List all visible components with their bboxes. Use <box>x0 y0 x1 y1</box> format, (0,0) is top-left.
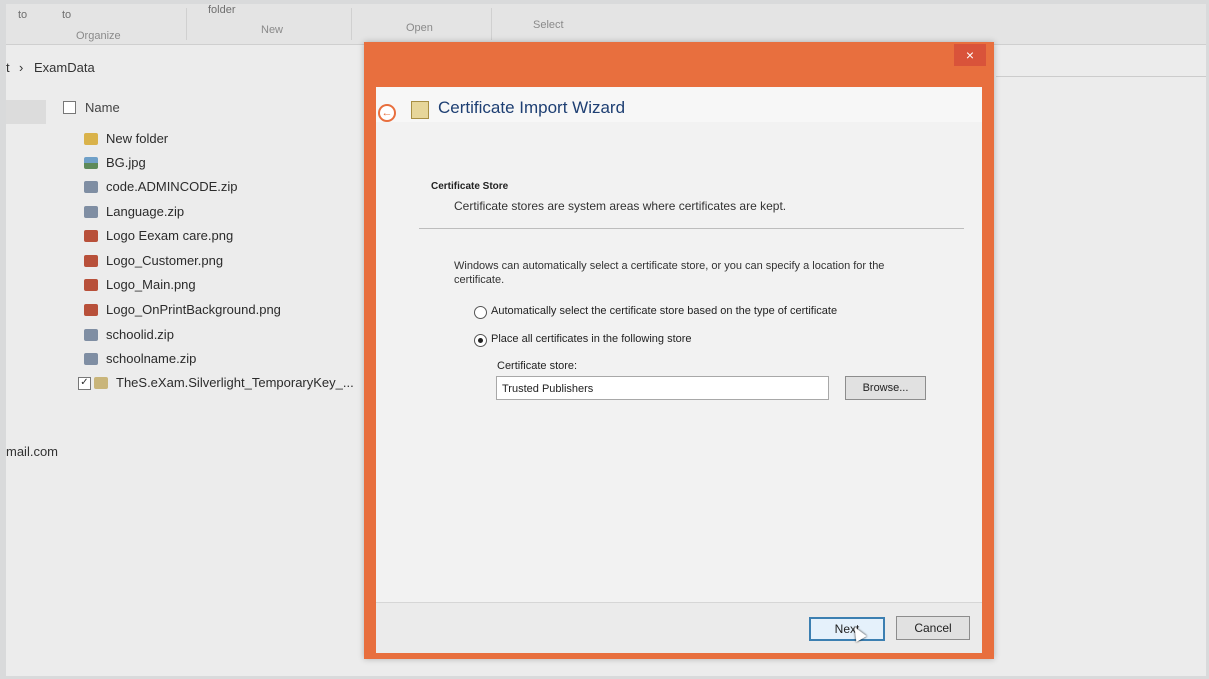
ribbon-item-to-1[interactable]: to <box>18 9 27 21</box>
file-name: Logo_Main.png <box>106 277 196 292</box>
breadcrumb-start[interactable]: t <box>6 60 10 75</box>
file-name: Language.zip <box>106 204 185 219</box>
close-button[interactable]: × <box>954 44 986 66</box>
ribbon-divider <box>351 8 352 40</box>
png-file-icon <box>84 230 98 242</box>
explorer-ribbon: to to folder Organize New Open Select <box>6 4 1206 45</box>
file-name: schoolid.zip <box>106 327 174 342</box>
address-bar[interactable]: t › ExamData <box>6 56 366 82</box>
certificate-store-field[interactable]: Trusted Publishers <box>496 376 829 400</box>
radio-button-unselected[interactable] <box>474 306 487 319</box>
ribbon-divider <box>186 8 187 40</box>
png-file-icon <box>84 255 98 267</box>
ribbon-group-new: New <box>261 24 284 36</box>
ribbon-group-open: Open <box>406 22 433 34</box>
file-name: Logo Eexam care.png <box>106 228 234 243</box>
column-name-label: Name <box>85 100 120 115</box>
section-title: Certificate Store <box>431 181 509 192</box>
file-name: New folder <box>106 131 169 146</box>
file-name: Logo_Customer.png <box>106 253 224 268</box>
zip-file-icon <box>84 353 98 365</box>
chevron-right-icon: › <box>19 60 24 75</box>
breadcrumb-examdata[interactable]: ExamData <box>34 60 95 75</box>
file-name: schoolname.zip <box>106 351 197 366</box>
file-name: Logo_OnPrintBackground.png <box>106 302 281 317</box>
file-name: code.ADMINCODE.zip <box>106 179 238 194</box>
file-checkbox-checked[interactable]: ✓ <box>78 377 91 390</box>
divider <box>996 76 1206 77</box>
image-file-icon <box>84 157 98 169</box>
radio-label: Automatically select the certificate sto… <box>491 305 838 317</box>
certificate-import-wizard-dialog: × ← Certificate Import Wizard Certificat… <box>364 42 994 659</box>
png-file-icon <box>84 279 98 291</box>
radio-label: Place all certificates in the following … <box>491 333 692 345</box>
ribbon-group-organize: Organize <box>76 30 121 42</box>
divider <box>419 228 964 229</box>
radio-dot <box>478 338 483 343</box>
side-text: mail.com <box>6 444 59 459</box>
navigation-pane[interactable] <box>6 100 46 124</box>
file-name: BG.jpg <box>106 155 146 170</box>
file-name: TheS.eXam.Silverlight_TemporaryKey_... <box>116 375 354 390</box>
ribbon-item-to-2[interactable]: to <box>62 9 71 21</box>
certificate-store-label: Certificate store: <box>497 360 578 372</box>
ribbon-group-select: Select <box>533 19 564 31</box>
png-file-icon <box>84 304 98 316</box>
zip-file-icon <box>84 329 98 341</box>
browse-button[interactable]: Browse... <box>845 376 926 400</box>
section-description: Certificate stores are system areas wher… <box>454 199 787 213</box>
certificate-icon <box>411 101 429 119</box>
folder-icon <box>84 133 98 145</box>
wizard-footer <box>376 602 982 653</box>
wizard-title: Certificate Import Wizard <box>438 98 626 117</box>
radio-button-selected[interactable] <box>474 334 487 347</box>
ribbon-divider <box>491 8 492 40</box>
screen: to to folder Organize New Open Select t … <box>6 4 1206 676</box>
back-arrow-icon[interactable]: ← <box>378 104 396 122</box>
cancel-button[interactable]: Cancel <box>896 616 970 640</box>
zip-file-icon <box>84 181 98 193</box>
ribbon-item-folder[interactable]: folder <box>208 4 236 16</box>
next-button[interactable]: Next <box>809 617 885 641</box>
zip-file-icon <box>84 206 98 218</box>
certificate-file-icon <box>94 377 108 389</box>
intro-text: Windows can automatically select a certi… <box>454 260 885 286</box>
select-all-checkbox[interactable] <box>63 101 76 114</box>
column-header-name[interactable]: Name <box>61 96 361 120</box>
